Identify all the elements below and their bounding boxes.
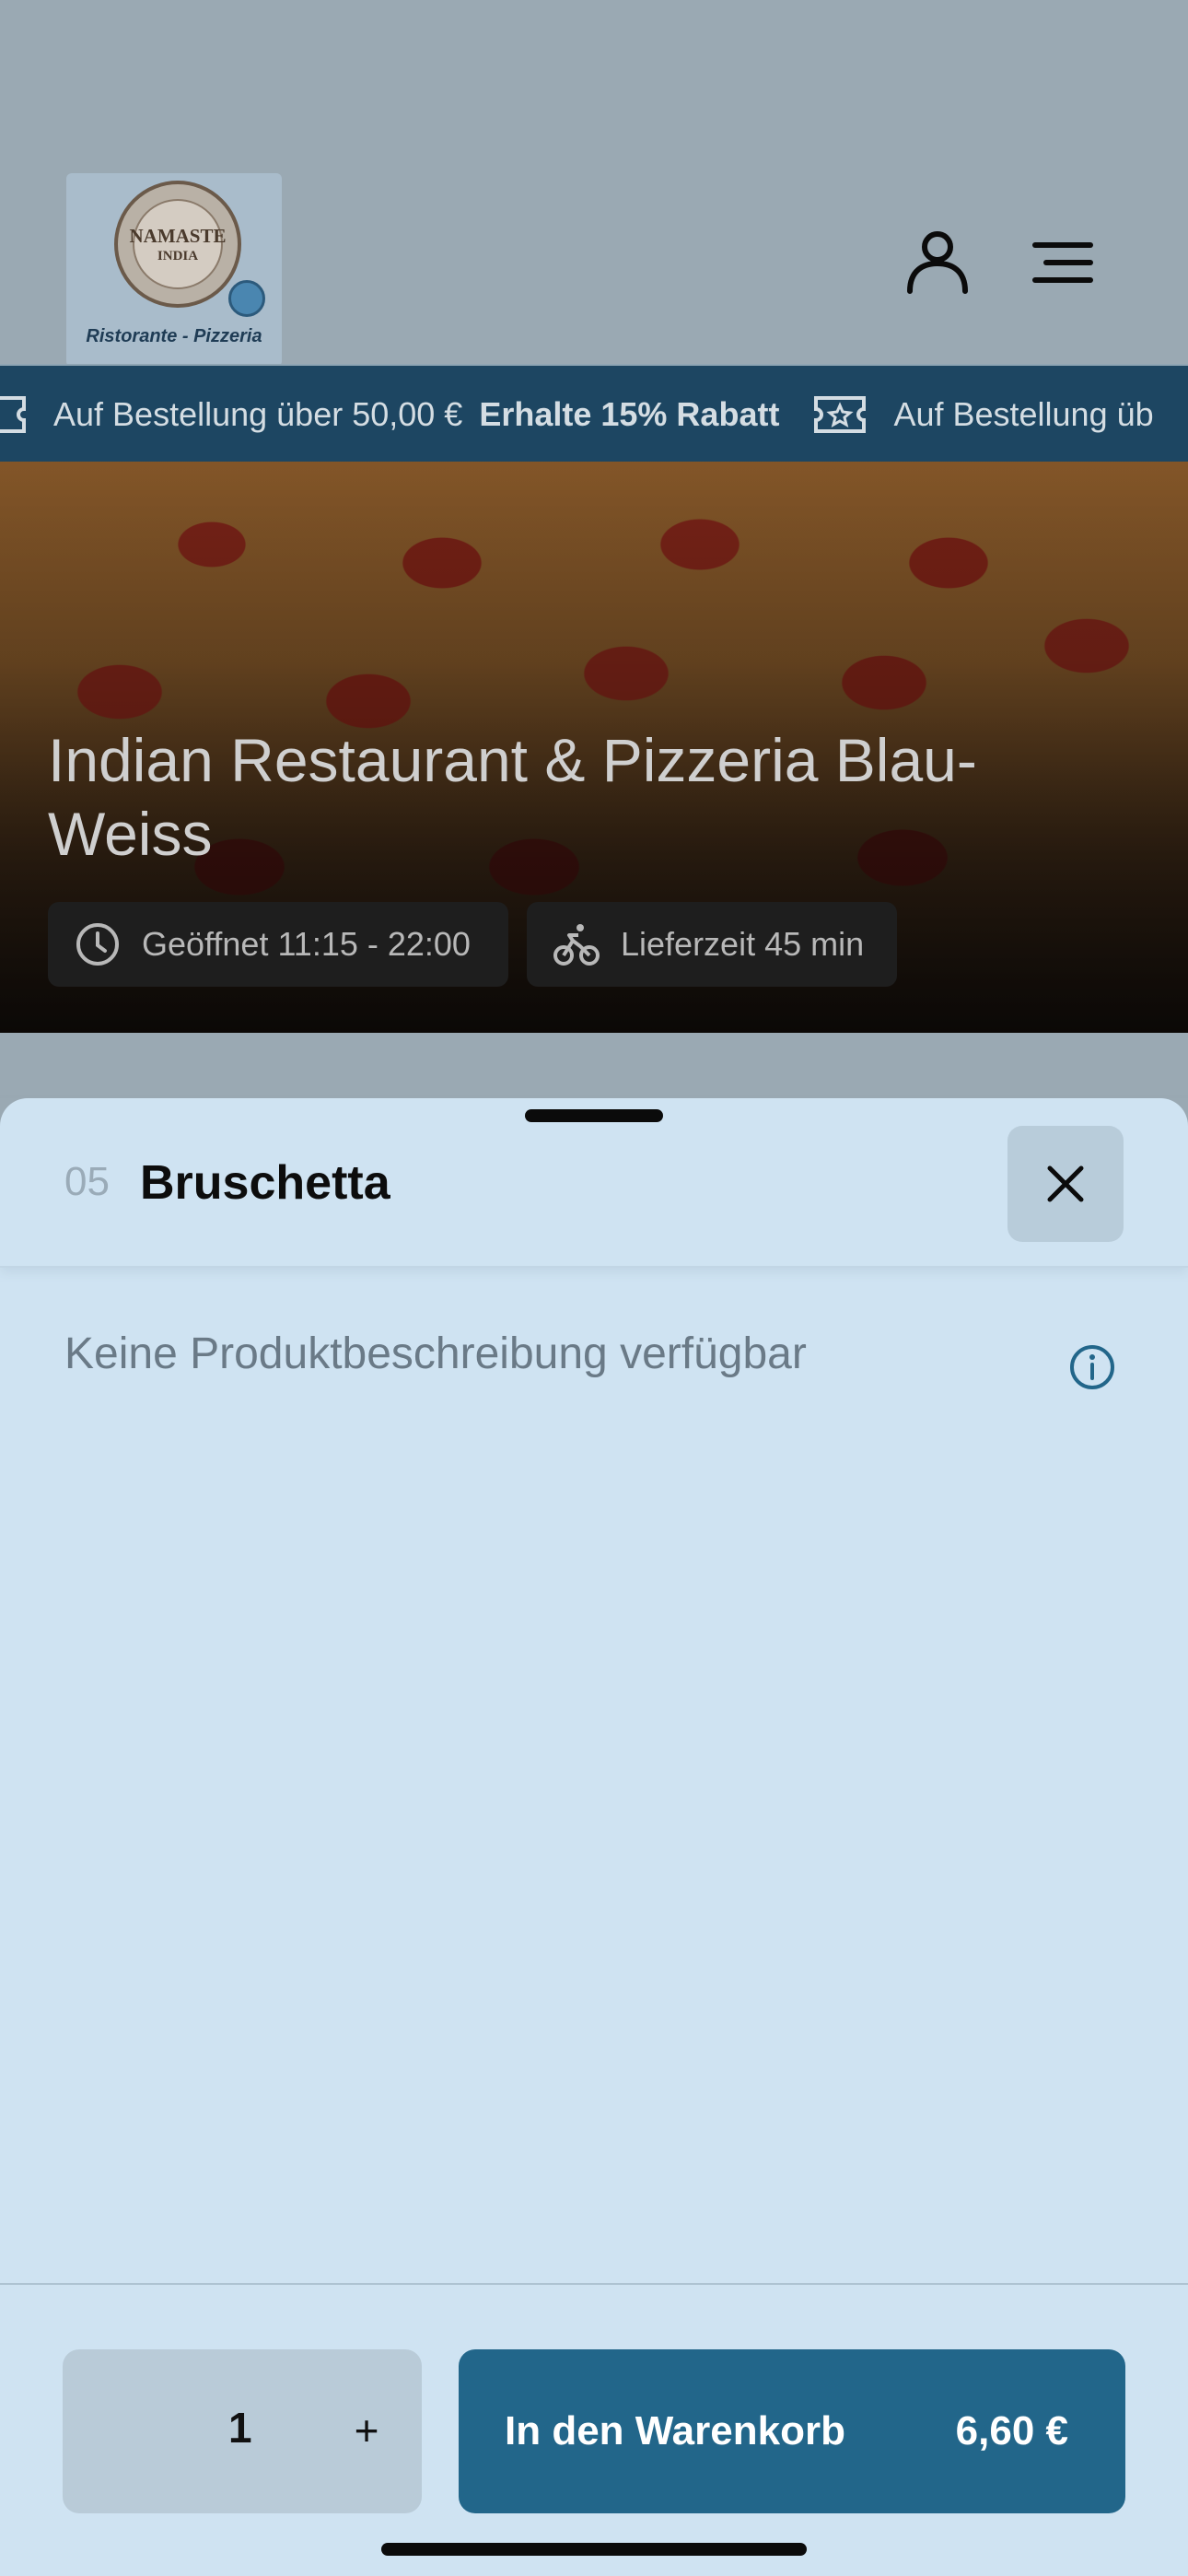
delivery-time-text: Lieferzeit 45 min: [621, 925, 865, 963]
user-icon[interactable]: [903, 227, 973, 297]
ticket-icon: [814, 396, 867, 433]
header: NAMASTE INDIA Ristorante - Pizzeria: [0, 0, 1188, 367]
promo-text-repeat: Auf Bestellung üb: [893, 395, 1154, 433]
logo-badge: [228, 280, 265, 317]
close-button[interactable]: [1007, 1126, 1124, 1242]
home-indicator[interactable]: [381, 2543, 807, 2556]
logo-title: NAMASTE: [129, 225, 227, 247]
ticket-icon: [0, 396, 26, 433]
add-to-cart-button[interactable]: In den Warenkorb 6,60 €: [459, 2349, 1125, 2513]
opening-hours-chip: Geöffnet 11:15 - 22:00: [48, 902, 508, 987]
opening-hours-text: Geöffnet 11:15 - 22:00: [142, 925, 471, 963]
product-description: Keine Produktbeschreibung verfügbar: [64, 1329, 807, 1378]
close-icon: [1047, 1165, 1084, 1202]
footer-divider: [0, 2283, 1188, 2285]
promo-text: Auf Bestellung über 50,00 €: [53, 395, 463, 433]
info-icon[interactable]: [1068, 1343, 1116, 1391]
product-number: 05: [64, 1159, 110, 1204]
quantity-increase-button[interactable]: +: [339, 2394, 394, 2467]
promo-banner: Auf Bestellung über 50,00 € Erhalte 15% …: [0, 364, 1188, 462]
logo-tagline: Ristorante - Pizzeria: [86, 326, 262, 346]
promo-highlight: Erhalte 15% Rabatt: [479, 395, 780, 433]
restaurant-logo[interactable]: NAMASTE INDIA Ristorante - Pizzeria: [66, 173, 282, 367]
logo-subtitle: INDIA: [157, 249, 199, 263]
restaurant-title: Indian Restaurant & Pizzeria Blau-Weiss: [48, 726, 977, 868]
clock-icon: [76, 923, 119, 966]
bike-icon: [553, 924, 600, 966]
quantity-stepper: 1 +: [63, 2349, 422, 2513]
delivery-time-chip: Lieferzeit 45 min: [527, 902, 897, 987]
sheet-header: 05 Bruschetta: [0, 1098, 1188, 1268]
hero-image: Indian Restaurant & Pizzeria Blau-Weiss …: [0, 462, 1188, 1033]
logo-seal: NAMASTE INDIA: [114, 181, 241, 308]
add-to-cart-label: In den Warenkorb: [505, 2408, 845, 2453]
product-name: Bruschetta: [140, 1156, 390, 1210]
quantity-value: 1: [228, 2404, 252, 2452]
menu-icon[interactable]: [1030, 240, 1096, 286]
product-sheet: 05 Bruschetta Keine Produktbeschreibung …: [0, 1098, 1188, 2576]
product-price: 6,60 €: [955, 2408, 1068, 2453]
